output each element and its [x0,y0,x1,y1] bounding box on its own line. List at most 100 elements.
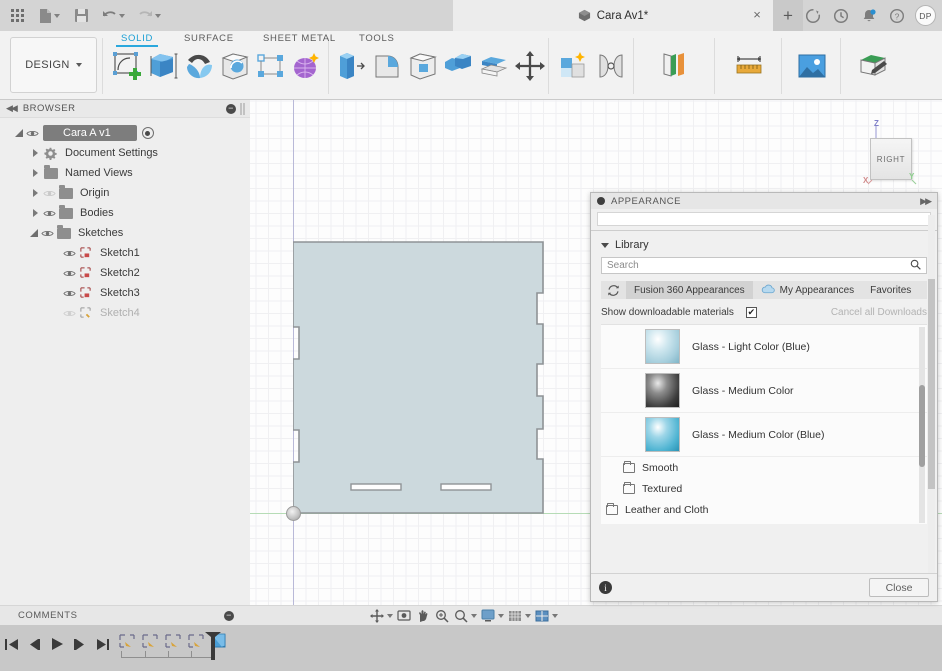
folder-item-leather-and-cloth[interactable]: Leather and Cloth [601,499,927,520]
folder-item-liquid[interactable]: Liquid [601,520,927,524]
shell-icon[interactable] [406,50,440,82]
applied-appearance-drop-area[interactable] [597,212,931,226]
sidebar-item-sketch2[interactable]: Sketch2 [0,263,250,283]
timeline-feature-sketch1[interactable] [118,633,136,650]
cancel-all-downloads-button[interactable]: Cancel all Downloads [831,307,927,318]
tab-sheet-metal[interactable]: SHEET METAL [263,33,336,44]
orbit-icon[interactable] [368,607,385,624]
play-icon[interactable] [51,637,64,651]
press-pull-icon[interactable] [334,50,368,82]
view-cube[interactable]: RIGHT Z X Y [854,118,924,190]
timeline-end-marker[interactable] [203,631,223,661]
viewports-icon[interactable] [533,607,550,624]
apps-grid-icon[interactable] [4,3,30,29]
construct-plane-icon[interactable] [656,50,690,82]
extrude-icon[interactable] [146,50,180,82]
create-form-icon[interactable] [289,50,323,82]
move-copy-icon[interactable] [513,50,547,82]
folder-item-smooth[interactable]: Smooth [601,457,927,478]
tab-fusion-360-appearances[interactable]: Fusion 360 Appearances [626,281,753,299]
display-dropdown-caret[interactable] [498,613,504,618]
visibility-icon[interactable] [62,309,77,318]
sketch-profile[interactable] [293,234,553,520]
list-scrollbar-thumb[interactable] [919,385,925,467]
sidebar-item-document-settings[interactable]: Document Settings [0,143,250,163]
timeline-feature-sketch2[interactable] [141,633,159,650]
comments-bar[interactable]: COMMENTS − [0,605,250,625]
view-cube-face[interactable]: RIGHT [870,138,912,180]
library-section-toggle[interactable]: Library [591,231,937,257]
expand-toggle[interactable] [30,168,41,179]
job-status-icon[interactable] [803,6,822,25]
help-icon[interactable]: ? [887,6,906,25]
tab-surface[interactable]: SURFACE [184,33,234,44]
tree-root-node[interactable]: Cara A v1 [0,123,250,143]
new-tab-button[interactable]: + [773,0,803,31]
zoom-window-icon[interactable] [433,607,450,624]
joint-icon[interactable] [594,50,628,82]
appearance-header[interactable]: APPEARANCE ▶▶ [591,193,937,209]
sidebar-item-origin[interactable]: Origin [0,183,250,203]
list-scrollbar[interactable] [919,327,925,523]
sidebar-item-named-views[interactable]: Named Views [0,163,250,183]
sheet-metal-flange-icon[interactable] [254,50,288,82]
tab-favorites[interactable]: Favorites [862,281,919,299]
sidebar-item-sketch3[interactable]: Sketch3 [0,283,250,303]
avatar[interactable]: DP [915,5,936,26]
save-icon[interactable] [68,3,94,29]
dialog-scrollbar[interactable] [928,215,935,575]
split-face-icon[interactable] [477,50,511,82]
comments-options-icon[interactable]: − [224,611,234,621]
sidebar-item-sketch1[interactable]: Sketch1 [0,243,250,263]
appearance-dialog[interactable]: APPEARANCE ▶▶ Library Fusion 360 Appeara… [590,192,938,602]
viewports-dropdown-caret[interactable] [552,613,558,618]
list-item[interactable]: Glass - Medium Color (Blue) [601,413,927,457]
visibility-icon[interactable] [62,269,77,278]
visibility-icon[interactable] [62,289,77,298]
search-icon[interactable] [910,259,921,273]
browser-options-icon[interactable]: − [226,104,236,114]
info-icon[interactable]: i [599,581,612,594]
timeline-feature-sketch3[interactable] [164,633,182,650]
grid-snaps-icon[interactable] [506,607,523,624]
pan-look-at-icon[interactable] [395,607,412,624]
tab-my-appearances[interactable]: My Appearances [753,281,863,299]
visibility-icon[interactable] [42,189,57,198]
expand-toggle[interactable] [30,188,41,199]
surface-revolve-icon[interactable] [183,50,217,82]
search-input[interactable] [607,260,910,271]
zoom-dropdown-caret[interactable] [471,613,477,618]
grid-dropdown-caret[interactable] [525,613,531,618]
document-tab[interactable]: Cara Av1* × [453,0,773,31]
visibility-icon[interactable] [25,129,40,138]
list-item[interactable]: Glass - Light Color (Blue) [601,325,927,369]
expand-toggle[interactable] [30,148,41,159]
measure-icon[interactable] [732,50,766,82]
surface-patch-icon[interactable] [218,50,252,82]
list-item[interactable]: Glass - Medium Color [601,369,927,413]
recent-icon[interactable] [831,6,850,25]
sidebar-item-bodies[interactable]: Bodies [0,203,250,223]
refresh-icon[interactable] [601,281,626,299]
folder-item-textured[interactable]: Textured [601,478,927,499]
visibility-icon[interactable] [40,229,55,238]
go-to-beginning-icon[interactable] [4,638,19,651]
visibility-icon[interactable] [62,249,77,258]
appearance-list[interactable]: Glass - Light Color (Blue) Glass - Mediu… [601,324,927,524]
expand-toggle[interactable] [13,128,24,139]
step-back-icon[interactable] [28,638,42,651]
show-downloadable-checkbox[interactable] [745,307,757,318]
sidebar-item-sketch4[interactable]: Sketch4 [0,303,250,323]
search-field[interactable] [601,257,927,274]
activate-component-radio[interactable] [141,127,154,139]
close-button[interactable]: Close [869,578,929,597]
sidebar-item-sketches[interactable]: Sketches [0,223,250,243]
origin-point[interactable] [286,506,301,521]
insert-image-icon[interactable] [795,50,829,82]
tab-tools[interactable]: TOOLS [359,33,395,44]
go-to-end-icon[interactable] [96,638,111,651]
combine-icon[interactable] [441,50,475,82]
notifications-icon[interactable] [859,6,878,25]
fillet-icon[interactable] [370,50,404,82]
pan-icon[interactable] [414,607,431,624]
